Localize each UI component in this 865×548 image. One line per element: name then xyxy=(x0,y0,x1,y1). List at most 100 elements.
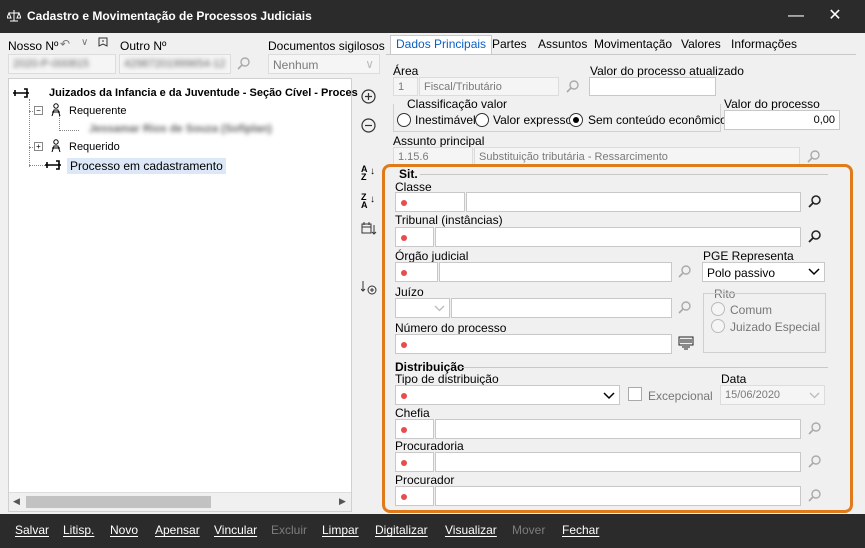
orgao-code-field[interactable] xyxy=(395,262,438,282)
search-icon[interactable] xyxy=(807,488,823,504)
salvar-button[interactable]: Salvar xyxy=(15,523,49,537)
area-name: Fiscal/Tributário xyxy=(424,81,502,93)
collapse-icon[interactable]: − xyxy=(34,106,43,115)
excepcional-checkbox[interactable] xyxy=(628,387,642,401)
close-button[interactable]: ✕ xyxy=(818,4,852,28)
radio-rito-juizado[interactable] xyxy=(711,319,725,333)
tab-assuntos[interactable]: Assuntos xyxy=(533,36,592,54)
data-field[interactable]: 15/06/2020 xyxy=(720,385,825,405)
horizontal-scrollbar[interactable]: ◀ ▶ xyxy=(9,492,351,511)
valor-atualizado-field[interactable] xyxy=(589,77,716,96)
tab-valores[interactable]: Valores xyxy=(676,36,726,54)
nosso-field[interactable]: 2020-P-000815 xyxy=(8,54,116,74)
numero-field[interactable] xyxy=(395,334,672,354)
docs-sigilosos-value: Nenhum xyxy=(273,58,319,72)
tipo-distribuicao-label: Tipo de distribuição xyxy=(395,372,499,386)
mover-button[interactable]: Mover xyxy=(512,523,545,537)
back-arrow-icon[interactable]: ↶ xyxy=(60,37,70,51)
radio-inestimavel[interactable] xyxy=(397,113,411,127)
excluir-button[interactable]: Excluir xyxy=(271,523,307,537)
search-icon[interactable] xyxy=(806,149,822,165)
tree-requerido[interactable]: Requerido xyxy=(69,141,120,153)
pge-select[interactable]: Polo passivo xyxy=(702,262,825,282)
search-icon[interactable] xyxy=(807,229,823,245)
tree-requerente-child[interactable]: Jessamar Rios de Souza (Sofiplan) xyxy=(89,123,272,135)
numero-label: Número do processo xyxy=(395,321,507,335)
fechar-button[interactable]: Fechar xyxy=(562,523,599,537)
search-icon[interactable] xyxy=(677,300,693,316)
tribunal-name-field[interactable] xyxy=(435,227,801,247)
sort-za-icon[interactable]: Z A ↓ xyxy=(361,193,375,210)
procuradoria-label: Procuradoria xyxy=(395,439,464,453)
radio-valor-expresso[interactable] xyxy=(475,113,489,127)
area-name-field[interactable]: Fiscal/Tributário xyxy=(419,77,559,96)
limpar-button[interactable]: Limpar xyxy=(322,523,359,537)
visualizar-button[interactable]: Visualizar xyxy=(445,523,497,537)
person-icon xyxy=(51,139,61,153)
procurador-name-field[interactable] xyxy=(435,486,801,506)
search-icon[interactable] xyxy=(807,421,823,437)
valor-processo-label: Valor do processo xyxy=(724,97,820,111)
bookmark-icon[interactable] xyxy=(98,37,108,49)
radio-sem-conteudo-label[interactable]: Sem conteúdo econômico xyxy=(588,113,727,127)
search-icon[interactable] xyxy=(807,194,823,210)
procuradoria-name-field[interactable] xyxy=(435,452,801,472)
search-icon[interactable] xyxy=(565,79,581,95)
apensar-button[interactable]: Apensar xyxy=(155,523,200,537)
minimize-button[interactable]: — xyxy=(779,4,813,28)
tree-root-icon xyxy=(13,88,29,98)
juizo-name-field[interactable] xyxy=(451,298,672,318)
scroll-left-icon[interactable]: ◀ xyxy=(13,496,20,507)
required-dot xyxy=(401,393,407,399)
search-icon[interactable] xyxy=(807,454,823,470)
classe-code-field[interactable] xyxy=(395,192,465,212)
required-dot xyxy=(401,342,407,348)
tab-informacoes[interactable]: Informações xyxy=(726,36,802,54)
sort-az-icon[interactable]: A Z ↓ xyxy=(361,165,375,182)
orgao-name-field[interactable] xyxy=(439,262,672,282)
title-bar: Cadastro e Movimentação de Processos Jud… xyxy=(0,0,865,33)
docs-sigilosos-select[interactable]: Nenhum ∨ xyxy=(268,54,380,74)
search-icon[interactable] xyxy=(677,264,693,280)
valor-processo-field[interactable]: 0,00 xyxy=(724,110,840,130)
sort-type-icon[interactable] xyxy=(361,279,377,295)
chefia-code-field[interactable] xyxy=(395,419,434,439)
scroll-right-icon[interactable]: ▶ xyxy=(339,496,346,507)
barcode-icon[interactable] xyxy=(678,335,694,351)
radio-inestimavel-label[interactable]: Inestimável xyxy=(415,113,476,127)
radio-rito-comum-label[interactable]: Comum xyxy=(730,303,772,317)
tipo-distribuicao-select[interactable] xyxy=(395,385,620,405)
dropdown-arrow-icon[interactable]: ∨ xyxy=(81,37,88,48)
novo-button[interactable]: Novo xyxy=(110,523,138,537)
chefia-label: Chefia xyxy=(395,406,430,420)
scrollbar-thumb[interactable] xyxy=(26,496,211,508)
area-code-field[interactable]: 1 xyxy=(393,77,418,96)
expand-icon[interactable]: + xyxy=(34,142,43,151)
tribunal-code-field[interactable] xyxy=(395,227,434,247)
tab-dados-principais[interactable]: Dados Principais xyxy=(390,35,493,55)
search-icon[interactable] xyxy=(236,56,252,72)
zoom-in-icon[interactable] xyxy=(361,89,376,104)
classe-name-field[interactable] xyxy=(466,192,801,212)
tree-root[interactable]: Juizados da Infancia e da Juventude - Se… xyxy=(49,87,358,99)
digitalizar-button[interactable]: Digitalizar xyxy=(375,523,428,537)
zoom-out-icon[interactable] xyxy=(361,118,376,133)
tree-panel[interactable]: Juizados da Infancia e da Juventude - Se… xyxy=(8,78,358,512)
excepcional-label[interactable]: Excepcional xyxy=(648,389,713,403)
tree-processo[interactable]: Processo em cadastramento xyxy=(67,158,226,174)
sort-date-icon[interactable] xyxy=(361,222,377,236)
tab-movimentacao[interactable]: Movimentação xyxy=(589,36,677,54)
procurador-code-field[interactable] xyxy=(395,486,434,506)
vincular-button[interactable]: Vincular xyxy=(214,523,257,537)
chefia-name-field[interactable] xyxy=(435,419,801,439)
tab-partes[interactable]: Partes xyxy=(487,36,532,54)
procuradoria-code-field[interactable] xyxy=(395,452,434,472)
outro-field[interactable]: 42987201999654-12 xyxy=(119,54,231,74)
radio-rito-juizado-label[interactable]: Juizado Especial xyxy=(730,320,820,334)
radio-valor-expresso-label[interactable]: Valor expresso xyxy=(493,113,572,127)
litisp-button[interactable]: Litisp. xyxy=(63,523,94,537)
radio-sem-conteudo[interactable] xyxy=(569,113,583,127)
tree-requerente[interactable]: Requerente xyxy=(69,105,127,117)
radio-rito-comum[interactable] xyxy=(711,302,725,316)
juizo-select[interactable] xyxy=(395,298,450,318)
